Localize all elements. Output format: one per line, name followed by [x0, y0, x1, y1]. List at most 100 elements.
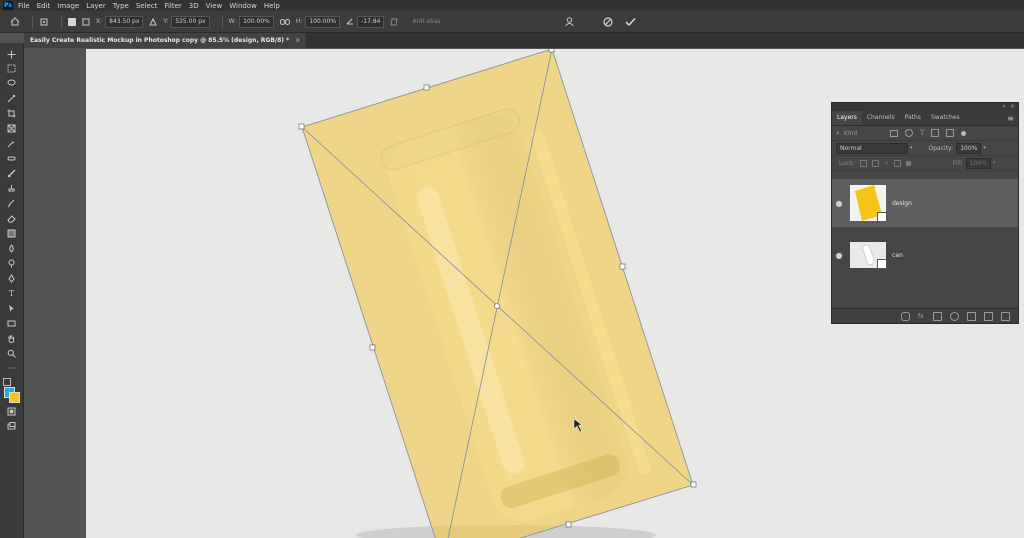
path-selection-tool-icon[interactable]	[5, 303, 18, 314]
type-tool-icon[interactable]: T	[5, 288, 18, 299]
marquee-tool-icon[interactable]	[5, 63, 18, 74]
move-tool-icon[interactable]	[5, 49, 18, 60]
add-mask-icon[interactable]	[933, 311, 942, 321]
pen-tool-icon[interactable]	[5, 273, 18, 284]
filter-adjustment-icon[interactable]	[904, 129, 913, 137]
collapse-panel-icon[interactable]: »	[1002, 103, 1006, 110]
layer-name[interactable]: design	[892, 200, 912, 207]
tab-layers[interactable]: Layers	[832, 111, 862, 125]
visibility-eye-icon[interactable]: ●	[832, 251, 846, 260]
quick-mask-icon[interactable]	[5, 406, 18, 417]
menu-select[interactable]: Select	[136, 2, 158, 10]
transform-handle[interactable]	[369, 344, 376, 351]
zoom-tool-icon[interactable]	[5, 348, 18, 359]
rectangle-tool-icon[interactable]	[5, 318, 18, 329]
lock-pixels-icon[interactable]	[859, 159, 867, 167]
eraser-tool-icon[interactable]	[5, 213, 18, 224]
transform-handle[interactable]	[298, 123, 305, 130]
default-colors-icon[interactable]	[3, 378, 11, 386]
history-brush-tool-icon[interactable]	[5, 198, 18, 209]
healing-brush-tool-icon[interactable]	[5, 153, 18, 164]
menu-layer[interactable]: Layer	[86, 2, 106, 10]
transform-handle[interactable]	[548, 49, 555, 53]
new-layer-icon[interactable]	[984, 311, 993, 321]
blend-mode-select[interactable]: Normal	[836, 142, 908, 154]
transform-mode-icon[interactable]	[39, 17, 49, 27]
layer-row-design[interactable]: ● design	[832, 179, 1018, 227]
lock-paint-icon[interactable]	[871, 159, 879, 167]
brush-tool-icon[interactable]	[5, 168, 18, 179]
tab-channels[interactable]: Channels	[862, 111, 900, 125]
eyedropper-tool-icon[interactable]	[5, 138, 18, 149]
blur-tool-icon[interactable]	[5, 243, 18, 254]
reference-point[interactable]	[494, 303, 500, 309]
x-input[interactable]: 843.50 px	[105, 15, 144, 28]
opacity-input[interactable]: 100%	[956, 142, 982, 154]
cancel-transform-icon[interactable]	[603, 16, 613, 27]
filter-type-icon[interactable]: T	[920, 129, 925, 137]
filter-pixel-icon[interactable]	[889, 129, 898, 137]
gradient-tool-icon[interactable]	[5, 228, 18, 239]
menu-view[interactable]: View	[206, 2, 223, 10]
angle-input[interactable]: -17.84	[357, 15, 385, 28]
warp-mode-icon[interactable]	[564, 16, 575, 27]
close-panel-icon[interactable]: ×	[1010, 103, 1015, 110]
reference-point-icon[interactable]	[82, 18, 90, 26]
height-input[interactable]: 100.00%	[305, 15, 341, 28]
layer-row-can[interactable]: ● can	[832, 231, 1018, 279]
layer-name[interactable]: can	[892, 252, 903, 259]
lasso-tool-icon[interactable]	[5, 78, 18, 89]
menu-help[interactable]: Help	[264, 2, 280, 10]
link-icon[interactable]	[279, 18, 290, 25]
menu-3d[interactable]: 3D	[189, 2, 199, 10]
filter-smart-object-icon[interactable]	[945, 129, 954, 137]
reference-point-checkbox[interactable]	[68, 17, 76, 26]
crop-tool-icon[interactable]	[5, 108, 18, 119]
new-group-icon[interactable]	[967, 311, 976, 321]
panel-menu-icon[interactable]: ≡	[1007, 114, 1014, 123]
tab-swatches[interactable]: Swatches	[926, 111, 965, 125]
filter-toggle-icon[interactable]	[960, 130, 966, 136]
transform-handle[interactable]	[565, 521, 572, 528]
commit-transform-icon[interactable]	[625, 17, 636, 27]
transform-handle[interactable]	[690, 481, 697, 488]
frame-tool-icon[interactable]	[5, 123, 18, 134]
tab-paths[interactable]: Paths	[900, 111, 926, 125]
transform-handle[interactable]	[619, 263, 626, 270]
filter-shape-icon[interactable]	[930, 129, 939, 137]
menu-filter[interactable]: Filter	[164, 2, 181, 10]
visibility-eye-icon[interactable]: ●	[832, 199, 846, 208]
lock-all-icon[interactable]	[905, 160, 911, 166]
lock-move-icon[interactable]: +	[884, 160, 889, 167]
menu-edit[interactable]: Edit	[37, 2, 51, 10]
document-tab[interactable]: Easily Create Realistic Mockup in Photos…	[24, 33, 307, 48]
adjustment-layer-icon[interactable]	[950, 311, 959, 321]
relative-position-icon[interactable]	[149, 17, 158, 26]
menu-window[interactable]: Window	[229, 2, 257, 10]
layer-style-icon[interactable]: fx	[918, 313, 925, 320]
magic-wand-tool-icon[interactable]	[5, 93, 18, 104]
link-layers-icon[interactable]	[901, 311, 910, 321]
width-input[interactable]: 100.00%	[239, 15, 274, 28]
lock-artboard-icon[interactable]	[893, 159, 901, 167]
menu-file[interactable]: File	[18, 2, 30, 10]
y-input[interactable]: 525.00 px	[171, 15, 210, 28]
menu-image[interactable]: Image	[57, 2, 79, 10]
blend-row: Normal ▾ Opacity: 100% ▾	[832, 141, 1018, 156]
more-tools-icon[interactable]: ···	[5, 363, 18, 374]
menu-type[interactable]: Type	[113, 2, 129, 10]
panel-footer: fx	[832, 308, 1018, 323]
skew-icon[interactable]	[390, 18, 399, 26]
transform-handle[interactable]	[423, 84, 430, 91]
home-icon[interactable]	[10, 17, 20, 26]
background-color-swatch[interactable]	[9, 392, 20, 403]
interpolation-select[interactable]: Anti-alias	[412, 18, 440, 25]
close-tab-icon[interactable]: ×	[295, 37, 300, 44]
delete-layer-icon[interactable]	[1001, 311, 1010, 321]
clone-stamp-tool-icon[interactable]	[5, 183, 18, 194]
fill-input[interactable]: 100%	[965, 157, 991, 169]
screen-mode-icon[interactable]	[5, 421, 18, 432]
dodge-tool-icon[interactable]	[5, 258, 18, 269]
hand-tool-icon[interactable]	[5, 333, 18, 344]
filter-kind-select[interactable]: Kind	[844, 130, 884, 137]
